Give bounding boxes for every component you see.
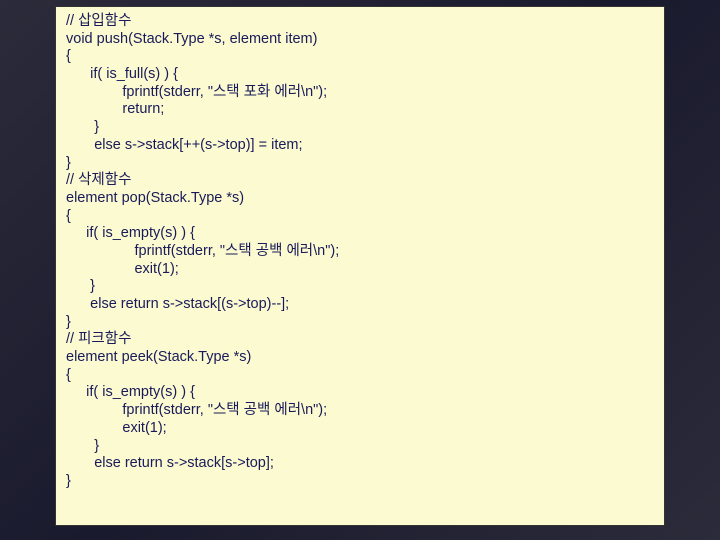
code-line: if( is_empty(s) ) { — [66, 384, 654, 402]
code-line: exit(1); — [66, 420, 654, 438]
code-line: fprintf(stderr, "스택 공백 에러\n"); — [66, 402, 654, 420]
code-line: // 삭제함수 — [66, 172, 654, 190]
code-line: exit(1); — [66, 261, 654, 279]
code-line: { — [66, 48, 654, 66]
code-line: // 삽입함수 — [66, 13, 654, 31]
code-line: if( is_empty(s) ) { — [66, 225, 654, 243]
code-line: { — [66, 367, 654, 385]
code-line: } — [66, 155, 654, 173]
code-line: } — [66, 119, 654, 137]
code-line: fprintf(stderr, "스택 포화 에러\n"); — [66, 84, 654, 102]
code-line: } — [66, 278, 654, 296]
code-line: fprintf(stderr, "스택 공백 에러\n"); — [66, 243, 654, 261]
code-line: void push(Stack.Type *s, element item) — [66, 31, 654, 49]
code-panel: // 삽입함수void push(Stack.Type *s, element … — [55, 6, 665, 526]
code-line: else s->stack[++(s->top)] = item; — [66, 137, 654, 155]
code-line: return; — [66, 101, 654, 119]
code-line: // 피크함수 — [66, 331, 654, 349]
code-line: } — [66, 473, 654, 491]
code-line: } — [66, 314, 654, 332]
code-line: else return s->stack[s->top]; — [66, 455, 654, 473]
code-line: { — [66, 208, 654, 226]
code-line: else return s->stack[(s->top)--]; — [66, 296, 654, 314]
code-line: element pop(Stack.Type *s) — [66, 190, 654, 208]
code-line: element peek(Stack.Type *s) — [66, 349, 654, 367]
code-line: } — [66, 438, 654, 456]
code-line: if( is_full(s) ) { — [66, 66, 654, 84]
